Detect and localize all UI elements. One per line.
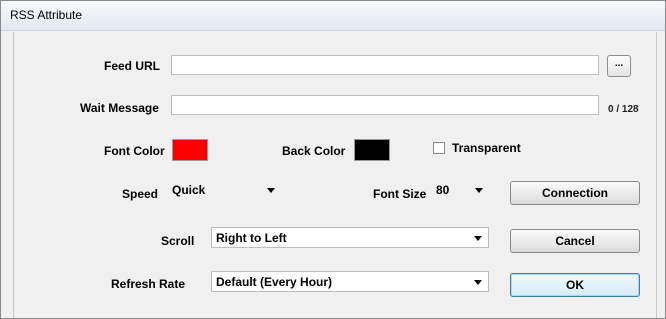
back-color-swatch[interactable] xyxy=(354,139,390,161)
window-title: RSS Attribute xyxy=(10,8,83,22)
chevron-down-icon xyxy=(267,188,275,193)
ok-button[interactable]: OK xyxy=(510,273,640,297)
speed-label: Speed xyxy=(122,187,159,201)
chevron-down-icon xyxy=(475,188,483,193)
chevron-down-icon xyxy=(474,236,482,241)
wait-message-input[interactable] xyxy=(171,95,599,115)
character-counter: 0 / 128 xyxy=(608,104,639,115)
refresh-rate-label: Refresh Rate xyxy=(111,277,186,291)
chevron-down-icon xyxy=(474,280,482,285)
scroll-label: Scroll xyxy=(161,234,195,248)
connection-button[interactable]: Connection xyxy=(510,181,640,205)
cancel-button[interactable]: Cancel xyxy=(510,229,640,253)
rss-attribute-dialog: RSS Attribute Feed URL ... Wait Message … xyxy=(0,0,666,319)
back-color-label: Back Color xyxy=(282,144,346,158)
scroll-value: Right to Left xyxy=(216,231,287,245)
speed-value: Quick xyxy=(172,183,206,197)
speed-select[interactable]: Quick xyxy=(168,180,281,201)
feed-url-label: Feed URL xyxy=(104,59,161,73)
refresh-rate-select[interactable]: Default (Every Hour) xyxy=(211,271,489,292)
browse-feed-button[interactable]: ... xyxy=(607,55,631,77)
font-size-value: 80 xyxy=(436,183,450,197)
font-color-swatch[interactable] xyxy=(172,139,208,161)
transparent-label: Transparent xyxy=(452,141,521,155)
scroll-select[interactable]: Right to Left xyxy=(211,227,489,248)
feed-url-input[interactable] xyxy=(171,55,599,75)
refresh-rate-value: Default (Every Hour) xyxy=(216,275,333,289)
transparent-checkbox[interactable] xyxy=(433,142,445,154)
title-bar[interactable]: RSS Attribute xyxy=(1,1,665,31)
wait-message-label: Wait Message xyxy=(80,101,159,115)
font-size-label: Font Size xyxy=(373,187,427,201)
font-size-select[interactable]: 80 xyxy=(432,180,489,201)
font-color-label: Font Color xyxy=(104,144,165,158)
